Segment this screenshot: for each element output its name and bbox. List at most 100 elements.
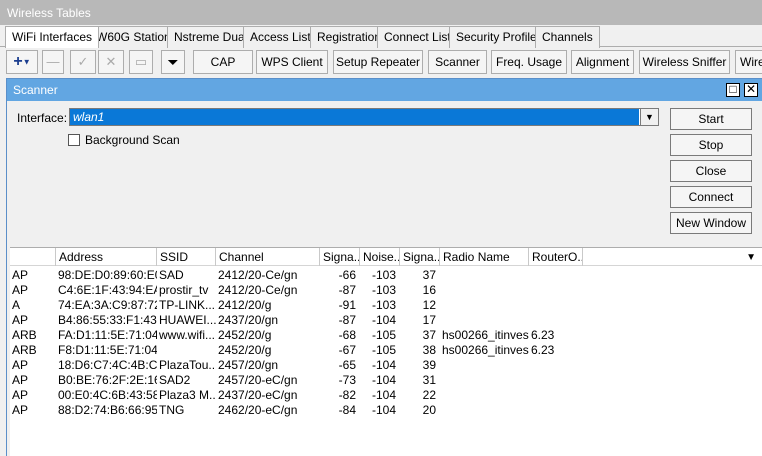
table-row[interactable]: ARB FA:D1:11:5E:71:04 www.wifi.... 2452/20/…	[10, 328, 762, 343]
table-cell: AP	[12, 388, 29, 402]
table-cell: -104	[371, 388, 396, 402]
column-radio-name[interactable]: Radio Name	[440, 248, 529, 266]
setup-repeater-button[interactable]: Setup Repeater	[333, 50, 423, 74]
wps-client-button[interactable]: WPS Client	[256, 50, 328, 74]
close-icon[interactable]: ✕	[744, 83, 758, 97]
background-scan-option[interactable]: Background Scan	[68, 132, 180, 148]
tab-w60g-station[interactable]: W60G Station	[89, 26, 178, 48]
table-cell: -67	[338, 343, 356, 357]
table-cell: 88:D2:74:B6:66:95	[58, 403, 157, 417]
close-button[interactable]: Close	[670, 160, 752, 182]
column-address[interactable]: Address	[56, 248, 157, 266]
enable-button[interactable]: ✓	[70, 50, 96, 74]
table-cell: TNG	[159, 403, 185, 417]
column-signal-strength[interactable]: Signa...	[320, 248, 360, 266]
table-row[interactable]: AP 18:D6:C7:4C:4B:CE PlazaTou... 2457/20/gn…	[10, 358, 762, 373]
table-cell	[529, 268, 583, 283]
table-cell: ARB	[12, 343, 37, 357]
table-cell: PlazaTou...	[159, 358, 216, 372]
column-ssid[interactable]: SSID	[157, 248, 216, 266]
table-cell: 12	[422, 298, 436, 312]
add-dropdown-button[interactable]: +▼	[6, 50, 38, 74]
table-cell	[529, 358, 583, 373]
wireless-snooper-button[interactable]: Wire	[735, 50, 762, 74]
scanner-button[interactable]: Scanner	[428, 50, 487, 74]
table-cell: ARB	[12, 328, 37, 342]
table-cell: -87	[338, 313, 356, 327]
table-cell: 98:DE:D0:89:60:E0	[58, 268, 157, 282]
table-cell: C4:6E:1F:43:94:EA	[58, 283, 157, 297]
table-cell: 2452/20/g	[218, 328, 272, 342]
column-signal-to-noise[interactable]: Signa...	[400, 248, 440, 266]
table-row[interactable]: AP 98:DE:D0:89:60:E0 SAD 2412/20-Ce/gn -66 -1…	[10, 268, 762, 283]
table-row[interactable]: AP B0:BE:76:2F:2E:16 SAD2 2457/20-eC/gn -73 -…	[10, 373, 762, 388]
chevron-down-icon: ▼	[22, 57, 31, 67]
table-cell: A	[12, 298, 21, 312]
column-noise-floor[interactable]: Noise...	[360, 248, 400, 266]
alignment-button[interactable]: Alignment	[571, 50, 634, 74]
wireless-sniffer-button[interactable]: Wireless Sniffer	[639, 50, 730, 74]
freq-usage-button[interactable]: Freq. Usage	[491, 50, 567, 74]
filter-button[interactable]: ⏷	[161, 50, 185, 74]
table-cell: -104	[371, 373, 396, 387]
stop-button[interactable]: Stop	[670, 134, 752, 156]
table-cell: 2457/20/gn	[218, 358, 279, 372]
table-cell: prostir_tv	[159, 283, 209, 297]
plus-icon: +	[13, 53, 23, 70]
table-cell: -82	[338, 388, 356, 402]
table-cell: 2437/20/gn	[218, 313, 279, 327]
table-cell: SAD	[159, 268, 184, 282]
table-cell	[440, 283, 529, 298]
background-scan-label: Background Scan	[85, 133, 180, 147]
table-row[interactable]: AP C4:6E:1F:43:94:EA prostir_tv 2412/20-Ce/…	[10, 283, 762, 298]
remove-button[interactable]: —	[42, 50, 64, 74]
column-routeros-version[interactable]: RouterO...	[529, 248, 583, 266]
table-cell: 6.23	[531, 343, 555, 357]
scanner-title-bar: Scanner □ ✕	[7, 79, 762, 101]
table-row[interactable]: ARB F8:D1:11:5E:71:04 2452/20/g -67 -105 38 hs…	[10, 343, 762, 358]
table-row[interactable]: AP 00:E0:4C:6B:43:58 Plaza3 M... 2437/20-eC…	[10, 388, 762, 403]
table-cell: -103	[371, 298, 396, 312]
table-cell: 37	[422, 328, 436, 342]
table-cell: F8:D1:11:5E:71:04	[58, 343, 157, 357]
cross-icon: ✕	[105, 54, 117, 69]
table-row[interactable]: AP 88:D2:74:B6:66:95 TNG 2462/20-eC/gn -84 -1…	[10, 403, 762, 418]
interface-select[interactable]: wlan1 ▼	[69, 108, 659, 126]
table-cell: -65	[338, 358, 356, 372]
table-cell: -103	[371, 268, 396, 282]
table-cell	[440, 403, 529, 418]
table-cell: 31	[422, 373, 436, 387]
tab-wifi-interfaces[interactable]: WiFi Interfaces	[5, 26, 100, 48]
table-cell: 39	[422, 358, 436, 372]
table-row[interactable]: AP B4:86:55:33:F1:43 HUAWEI... 2437/20/gn -8…	[10, 313, 762, 328]
new-window-button[interactable]: New Window	[670, 212, 752, 234]
table-cell: Plaza3 M...	[159, 388, 216, 402]
column-menu-icon[interactable]: ▼	[746, 252, 756, 263]
table-cell: 2462/20-eC/gn	[218, 403, 298, 417]
table-cell: AP	[12, 403, 29, 417]
tab-connect-list[interactable]: Connect List	[377, 26, 458, 48]
table-cell: AP	[12, 283, 29, 297]
connect-button[interactable]: Connect	[670, 186, 752, 208]
tab-access-list[interactable]: Access List	[243, 26, 318, 48]
column-channel[interactable]: Channel	[216, 248, 320, 266]
table-row[interactable]: A 74:EA:3A:C9:87:72 TP-LINK... 2412/20/g -91…	[10, 298, 762, 313]
table-cell: AP	[12, 313, 29, 327]
disable-button[interactable]: ✕	[98, 50, 124, 74]
background-scan-checkbox[interactable]	[68, 134, 80, 146]
maximize-icon[interactable]: □	[726, 83, 740, 97]
table-cell: 16	[422, 283, 436, 297]
tab-bar: WiFi Interfaces W60G Station Nstreme Dua…	[0, 25, 762, 48]
cap-button[interactable]: CAP	[193, 50, 253, 74]
table-cell: 00:E0:4C:6B:43:58	[58, 388, 157, 402]
column-flags[interactable]	[10, 248, 56, 266]
tab-channels[interactable]: Channels	[535, 26, 600, 48]
interface-label: Interface:	[17, 111, 68, 125]
table-cell: hs00266_itinvest	[442, 328, 529, 342]
start-button[interactable]: Start	[670, 108, 752, 130]
dropdown-arrow-icon[interactable]: ▼	[640, 109, 658, 125]
check-icon: ✓	[77, 54, 89, 69]
tab-nstreme-dual[interactable]: Nstreme Dual	[167, 26, 255, 48]
scan-results-table: Address SSID Channel Signa... Noise... S…	[10, 247, 762, 456]
comment-button[interactable]: ▭	[129, 50, 153, 74]
